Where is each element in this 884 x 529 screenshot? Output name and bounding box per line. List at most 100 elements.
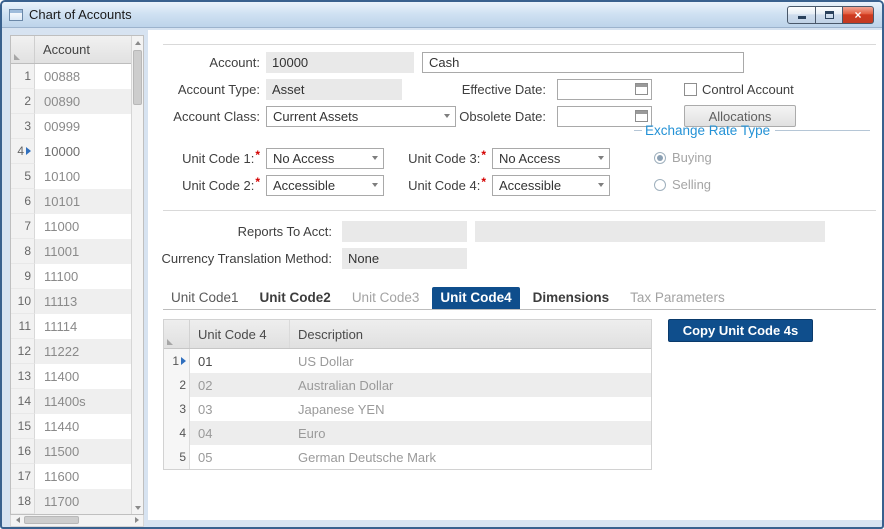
tab-unit-code1[interactable]: Unit Code1 <box>163 287 247 309</box>
unit-code4-dropdown[interactable]: Accessible <box>492 175 610 196</box>
account-row[interactable]: 9 11100 <box>11 264 131 289</box>
restore-button[interactable] <box>816 6 843 24</box>
account-row[interactable]: 5 10100 <box>11 164 131 189</box>
account-row[interactable]: 7 11000 <box>11 214 131 239</box>
selling-radio[interactable]: Selling <box>654 177 870 192</box>
account-row[interactable]: 3 00999 <box>11 114 131 139</box>
account-class-dropdown[interactable]: Current Assets <box>266 106 456 127</box>
control-account-checkbox[interactable]: Control Account <box>684 82 794 97</box>
account-column-header[interactable]: Account <box>35 36 131 63</box>
calendar-icon[interactable] <box>635 110 648 122</box>
unit-code4-row[interactable]: 5 05 German Deutsche Mark <box>164 445 651 469</box>
scroll-up-arrow[interactable] <box>132 36 143 49</box>
account-cell[interactable]: 11001 <box>35 239 131 264</box>
account-row[interactable]: 15 11440 <box>11 414 131 439</box>
radio-selected-icon[interactable] <box>654 152 666 164</box>
description-cell[interactable]: German Deutsche Mark <box>290 445 651 469</box>
calendar-icon[interactable] <box>635 83 648 95</box>
copy-unit-code4s-button[interactable]: Copy Unit Code 4s <box>668 319 813 342</box>
chevron-down-icon[interactable] <box>439 107 455 126</box>
exchange-rate-type-title: Exchange Rate Type <box>642 123 775 138</box>
unit-code4-row[interactable]: 4 04 Euro <box>164 421 651 445</box>
account-cell[interactable]: 00890 <box>35 89 131 114</box>
account-cell[interactable]: 00888 <box>35 64 131 89</box>
accounts-sidebar: Account 1 00888 2 <box>2 28 148 526</box>
account-cell[interactable]: 11100 <box>35 264 131 289</box>
account-cell[interactable]: 11000 <box>35 214 131 239</box>
account-row[interactable]: 13 11400 <box>11 364 131 389</box>
vertical-scroll-thumb[interactable] <box>133 50 142 105</box>
description-cell[interactable]: Australian Dollar <box>290 373 651 397</box>
account-row[interactable]: 14 11400s <box>11 389 131 414</box>
account-cell[interactable]: 10000 <box>35 139 131 164</box>
unit-code-cell[interactable]: 05 <box>190 445 290 469</box>
tab-unit-code2[interactable]: Unit Code2 <box>252 287 339 309</box>
account-row[interactable]: 2 00890 <box>11 89 131 114</box>
unit-code4-column-header[interactable]: Unit Code 4 <box>190 320 290 348</box>
account-row[interactable]: 12 11222 <box>11 339 131 364</box>
account-cell[interactable]: 10100 <box>35 164 131 189</box>
description-cell[interactable]: Euro <box>290 421 651 445</box>
account-row[interactable]: 6 10101 <box>11 189 131 214</box>
description-cell[interactable]: Japanese YEN <box>290 397 651 421</box>
tab-dimensions[interactable]: Dimensions <box>525 287 618 309</box>
account-cell[interactable]: 11400 <box>35 364 131 389</box>
close-button[interactable]: × <box>843 6 874 24</box>
account-row[interactable]: 1 00888 <box>11 64 131 89</box>
account-cell[interactable]: 11114 <box>35 314 131 339</box>
account-cell[interactable]: 11222 <box>35 339 131 364</box>
unit-code1-dropdown[interactable]: No Access <box>266 148 384 169</box>
unit-code2-dropdown[interactable]: Accessible <box>266 175 384 196</box>
account-row[interactable]: 4 10000 <box>11 139 131 164</box>
account-cell[interactable]: 00999 <box>35 114 131 139</box>
account-cell[interactable]: 11113 <box>35 289 131 314</box>
account-cell[interactable]: 10101 <box>35 189 131 214</box>
grid-corner-cell[interactable] <box>164 320 190 348</box>
chevron-down-icon[interactable] <box>593 176 609 195</box>
checkbox-icon[interactable] <box>684 83 697 96</box>
account-row[interactable]: 10 11113 <box>11 289 131 314</box>
account-cell[interactable]: 11700 <box>35 489 131 514</box>
unit-code4-row[interactable]: 1 01 US Dollar <box>164 349 651 373</box>
account-row[interactable]: 17 11600 <box>11 464 131 489</box>
account-row[interactable]: 8 11001 <box>11 239 131 264</box>
account-cell[interactable]: 11400s <box>35 389 131 414</box>
chevron-down-icon[interactable] <box>367 176 383 195</box>
tab-unit-code4[interactable]: Unit Code4 <box>432 287 519 309</box>
grid-corner-cell[interactable] <box>11 36 35 63</box>
horizontal-scroll-thumb[interactable] <box>24 516 79 524</box>
description-cell[interactable]: US Dollar <box>290 349 651 373</box>
unit-code-cell[interactable]: 01 <box>190 349 290 373</box>
chevron-down-icon[interactable] <box>367 149 383 168</box>
minimize-button[interactable] <box>787 6 816 24</box>
effective-date-input[interactable] <box>557 79 652 100</box>
account-row[interactable]: 11 11114 <box>11 314 131 339</box>
unit-code-cell[interactable]: 03 <box>190 397 290 421</box>
scroll-right-arrow[interactable] <box>130 515 143 525</box>
unit-code-cell[interactable]: 04 <box>190 421 290 445</box>
unit-code-cell[interactable]: 02 <box>190 373 290 397</box>
account-name-input[interactable]: Cash <box>422 52 744 73</box>
chevron-down-icon[interactable] <box>593 149 609 168</box>
account-cell[interactable]: 11500 <box>35 439 131 464</box>
scroll-down-arrow[interactable] <box>132 501 143 514</box>
row-number-cell: 2 <box>164 373 190 397</box>
title-bar[interactable]: Chart of Accounts × <box>2 2 882 28</box>
sidebar-horizontal-scrollbar[interactable] <box>10 515 144 527</box>
unit-code4-row[interactable]: 3 03 Japanese YEN <box>164 397 651 421</box>
tab-tax-parameters[interactable]: Tax Parameters <box>622 287 733 309</box>
tab-unit-code3[interactable]: Unit Code3 <box>344 287 428 309</box>
account-row[interactable]: 18 11700 <box>11 489 131 514</box>
account-class-label: Account Class: <box>148 109 266 124</box>
account-cell[interactable]: 11440 <box>35 414 131 439</box>
sidebar-vertical-scrollbar[interactable] <box>131 36 143 514</box>
radio-unselected-icon[interactable] <box>654 179 666 191</box>
account-row[interactable]: 16 11500 <box>11 439 131 464</box>
scroll-left-arrow[interactable] <box>11 515 24 525</box>
account-cell[interactable]: 11600 <box>35 464 131 489</box>
buying-radio[interactable]: Buying <box>654 150 870 165</box>
row-number-cell: 4 <box>164 421 190 445</box>
description-column-header[interactable]: Description <box>290 320 651 348</box>
unit-code4-row[interactable]: 2 02 Australian Dollar <box>164 373 651 397</box>
unit-code3-dropdown[interactable]: No Access <box>492 148 610 169</box>
